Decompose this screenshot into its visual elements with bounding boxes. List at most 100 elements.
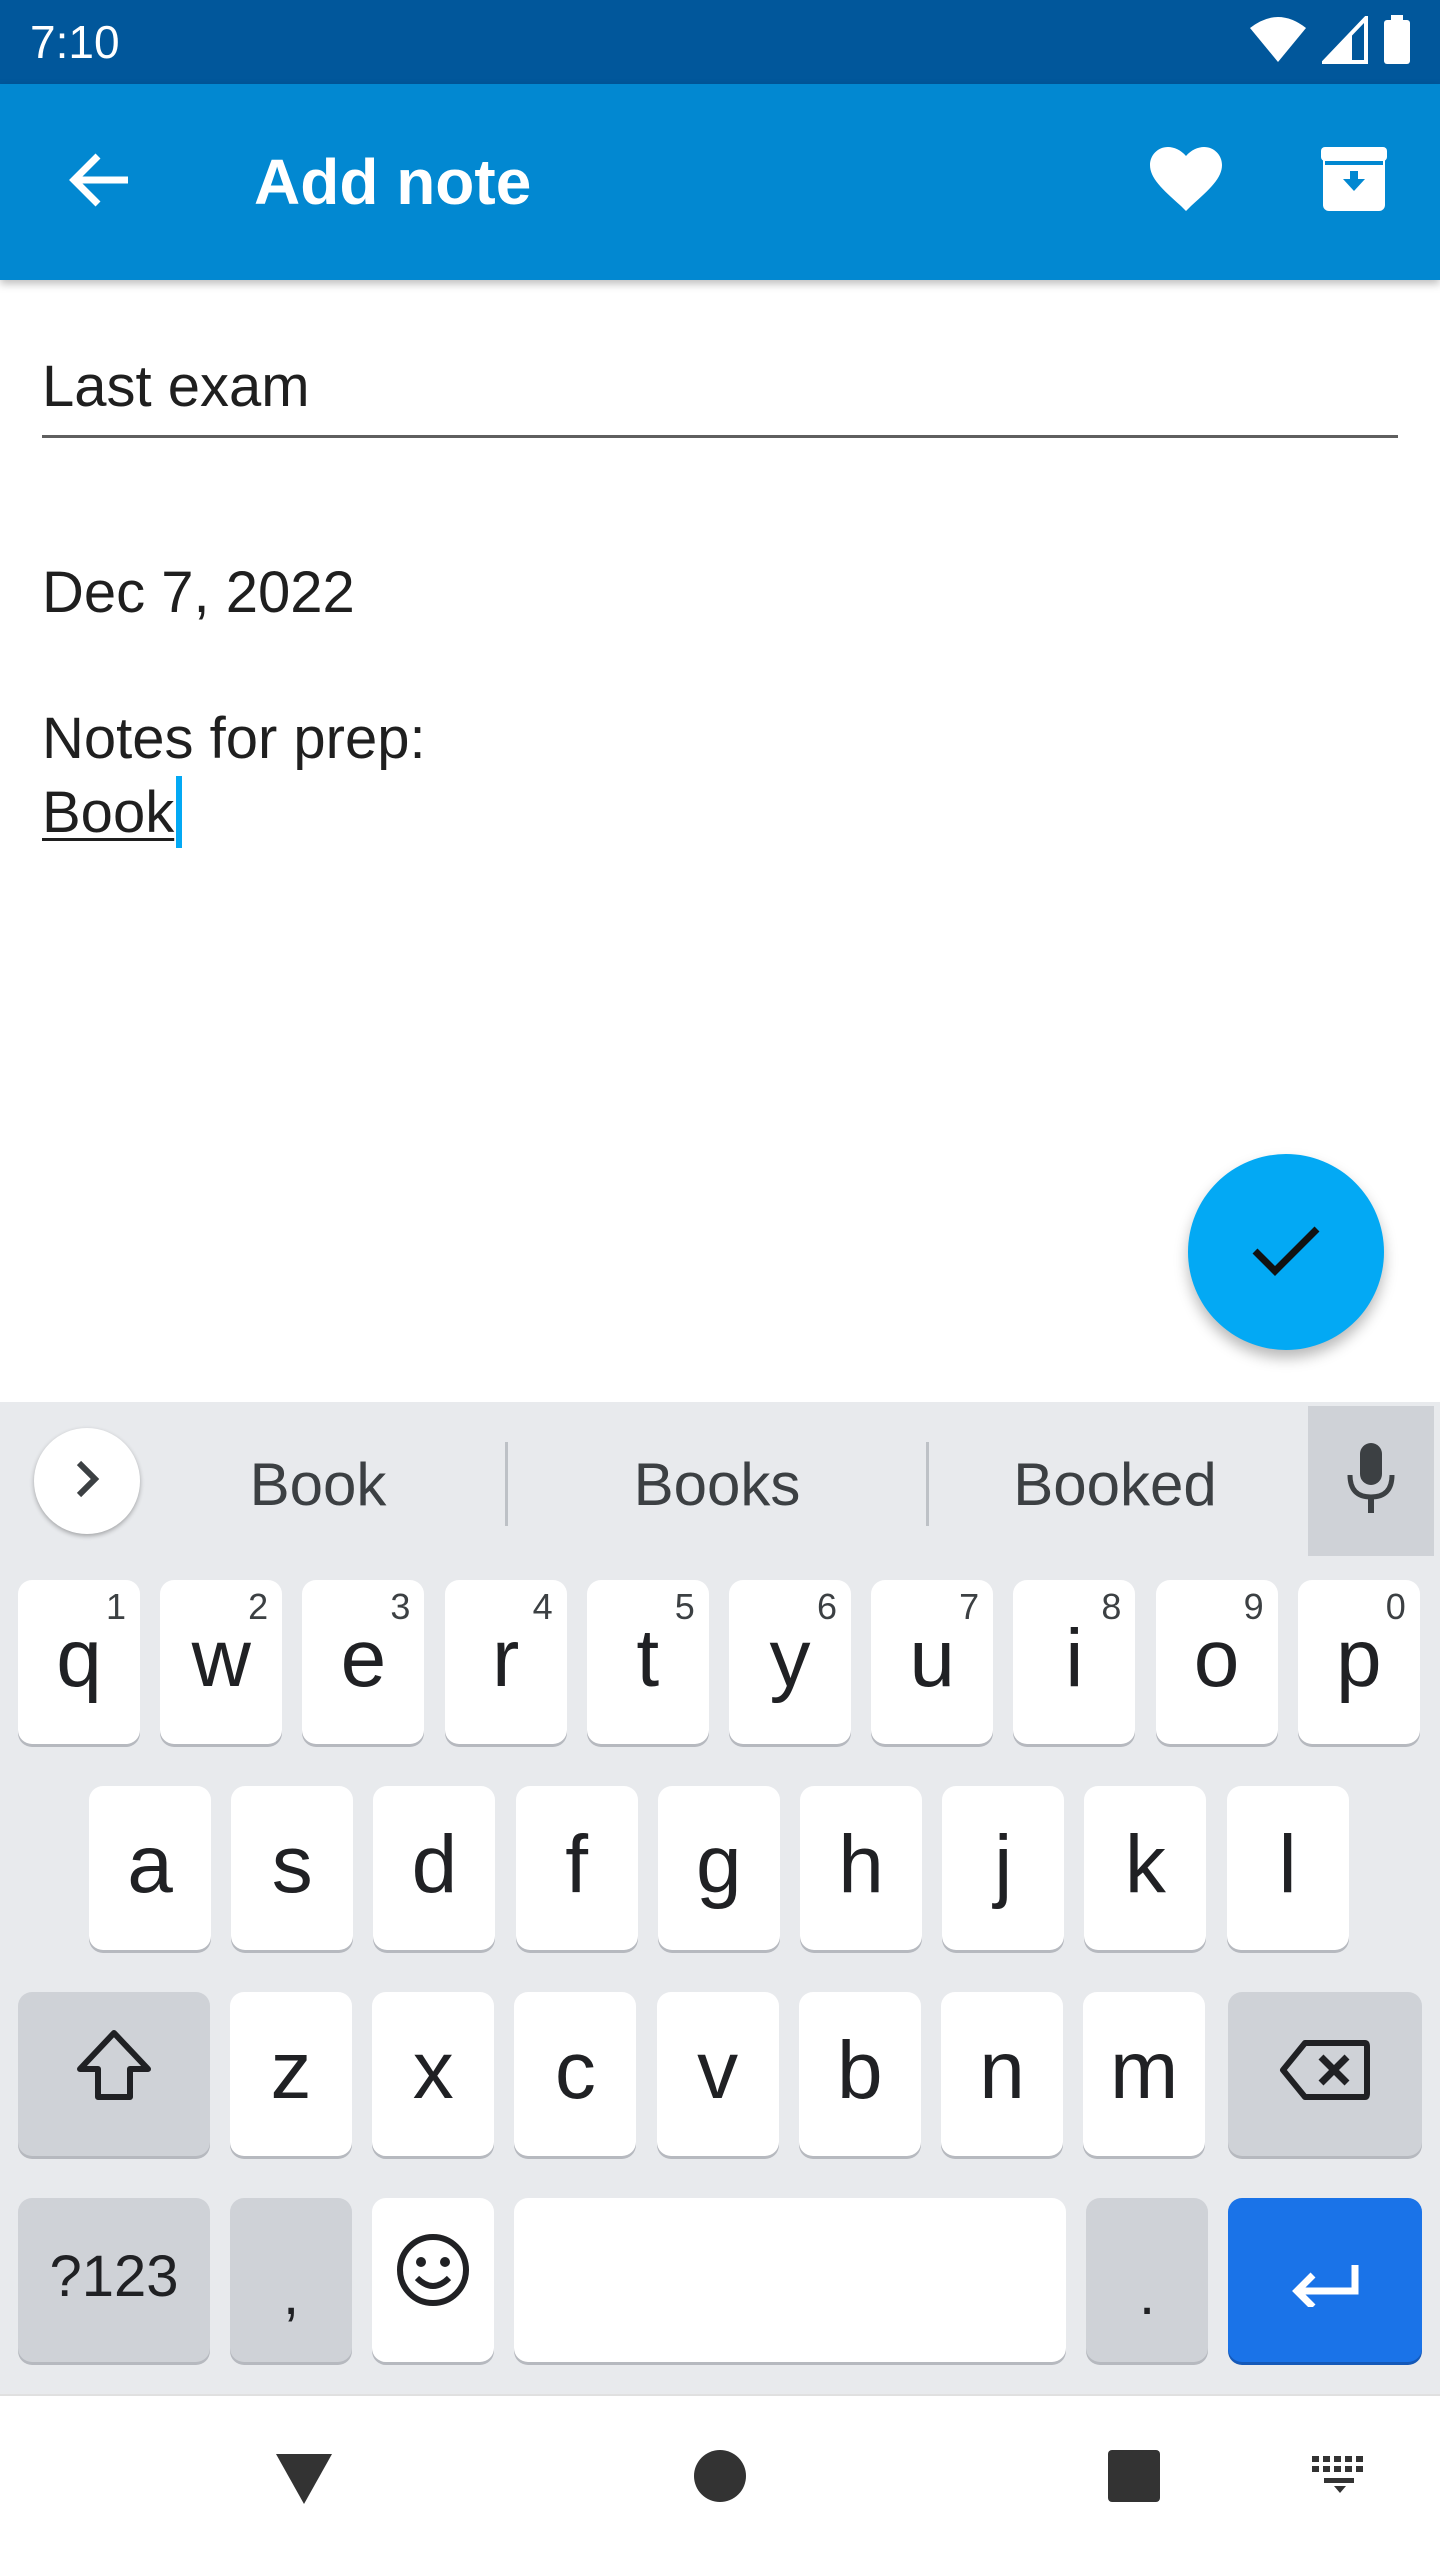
- voice-input-button[interactable]: [1308, 1406, 1434, 1556]
- symbols-key-label: ?123: [49, 2244, 179, 2309]
- backspace-key[interactable]: [1228, 1992, 1422, 2156]
- microphone-icon: [1344, 1442, 1398, 1520]
- symbols-key[interactable]: ?123: [18, 2198, 210, 2362]
- suggestion-3[interactable]: Booked: [990, 1442, 1240, 1528]
- status-icons: [1248, 12, 1412, 69]
- comma-key-label: ,: [282, 2262, 300, 2327]
- key-hint: 1: [105, 1586, 126, 1627]
- suggestion-divider: [505, 1442, 508, 1526]
- check-icon: [1251, 1223, 1321, 1282]
- key-label: d: [411, 1819, 458, 1910]
- backspace-icon: [1279, 2027, 1371, 2121]
- key-label: c: [554, 2025, 596, 2116]
- key-label: o: [1193, 1613, 1240, 1704]
- key-r[interactable]: 4r: [444, 1580, 567, 1744]
- period-key-label: .: [1138, 2262, 1156, 2327]
- suggestion-2[interactable]: Books: [606, 1442, 828, 1528]
- key-q[interactable]: 1q: [18, 1580, 140, 1744]
- key-label: j: [994, 1819, 1013, 1910]
- key-a[interactable]: a: [89, 1786, 211, 1950]
- key-v[interactable]: v: [656, 1992, 779, 2156]
- key-g[interactable]: g: [657, 1786, 780, 1950]
- favorite-button[interactable]: [1136, 132, 1236, 232]
- save-note-fab[interactable]: [1188, 1154, 1384, 1350]
- keyboard-switch-icon[interactable]: [1310, 2454, 1370, 2494]
- status-time: 7:10: [30, 16, 120, 68]
- key-hint: 8: [1101, 1586, 1122, 1627]
- suggestion-expand-button[interactable]: [34, 1428, 140, 1534]
- space-key[interactable]: [514, 2198, 1066, 2362]
- archive-icon: [1321, 146, 1387, 218]
- key-u[interactable]: 7u: [871, 1580, 994, 1744]
- suggestion-bar: Book Books Booked: [0, 1402, 1440, 1560]
- note-title-field[interactable]: Last exam: [42, 346, 1398, 438]
- app-bar: Add note: [0, 84, 1440, 280]
- shift-key[interactable]: [18, 1992, 210, 2156]
- nav-back-button[interactable]: [268, 2446, 340, 2518]
- key-x[interactable]: x: [372, 1992, 495, 2156]
- shift-icon: [74, 2027, 154, 2121]
- period-key[interactable]: .: [1086, 2198, 1208, 2362]
- status-bar: 7:10: [0, 0, 1440, 84]
- key-h[interactable]: h: [800, 1786, 922, 1950]
- suggestion-1[interactable]: Book: [206, 1442, 430, 1528]
- key-label: h: [838, 1819, 884, 1910]
- key-label: g: [695, 1819, 742, 1910]
- key-label: s: [271, 1819, 313, 1910]
- arrow-back-icon: [68, 152, 132, 213]
- key-y[interactable]: 6y: [729, 1580, 851, 1744]
- key-p[interactable]: 0p: [1297, 1580, 1420, 1744]
- text-caret: [176, 776, 183, 848]
- note-body-line-composing: Book: [42, 776, 1398, 850]
- comma-key[interactable]: ,: [230, 2198, 352, 2362]
- enter-icon: [1289, 2233, 1361, 2327]
- key-hint: 4: [532, 1586, 553, 1627]
- key-label: f: [565, 1819, 588, 1910]
- key-label: w: [191, 1613, 251, 1704]
- key-label: r: [491, 1613, 520, 1704]
- note-title-value: Last exam: [42, 354, 310, 419]
- key-label: b: [836, 2025, 883, 2116]
- key-label: e: [340, 1613, 387, 1704]
- key-label: y: [769, 1613, 811, 1704]
- nav-recents-icon[interactable]: [1108, 2450, 1160, 2502]
- key-hint: 5: [674, 1586, 695, 1627]
- nav-home-icon[interactable]: [694, 2450, 746, 2502]
- key-m[interactable]: m: [1083, 1992, 1206, 2156]
- emoji-key[interactable]: [372, 2198, 494, 2362]
- key-c[interactable]: c: [514, 1992, 637, 2156]
- key-label: x: [412, 2025, 454, 2116]
- suggestion-divider: [926, 1442, 929, 1526]
- key-s[interactable]: s: [231, 1786, 354, 1950]
- key-b[interactable]: b: [798, 1992, 921, 2156]
- key-o[interactable]: 9o: [1155, 1580, 1278, 1744]
- note-body-line: [42, 630, 1398, 702]
- key-label: p: [1335, 1613, 1382, 1704]
- key-label: l: [1278, 1819, 1297, 1910]
- key-label: i: [1065, 1613, 1084, 1704]
- key-f[interactable]: f: [515, 1786, 638, 1950]
- back-button[interactable]: [50, 132, 150, 232]
- key-j[interactable]: j: [942, 1786, 1065, 1950]
- key-label: m: [1110, 2025, 1179, 2116]
- key-l[interactable]: l: [1226, 1786, 1349, 1950]
- chevron-right-icon: [73, 1459, 101, 1504]
- key-hint: 0: [1385, 1586, 1406, 1627]
- key-d[interactable]: d: [373, 1786, 496, 1950]
- key-z[interactable]: z: [230, 1992, 352, 2156]
- archive-button[interactable]: [1304, 132, 1404, 232]
- cell-signal-icon: [1319, 12, 1368, 69]
- key-hint: 9: [1243, 1586, 1264, 1627]
- key-n[interactable]: n: [941, 1992, 1063, 2156]
- system-nav-bar: [0, 2394, 1440, 2560]
- note-body-field[interactable]: Dec 7, 2022 Notes for prep: Book: [42, 556, 1398, 850]
- enter-key[interactable]: [1228, 2198, 1422, 2362]
- key-label: n: [979, 2025, 1025, 2116]
- screen: 7:10 Add note Last exam Dec 7, 2022 Note…: [0, 0, 1440, 2560]
- key-t[interactable]: 5t: [586, 1580, 709, 1744]
- key-e[interactable]: 3e: [302, 1580, 425, 1744]
- key-w[interactable]: 2w: [160, 1580, 283, 1744]
- favorite-heart-icon: [1150, 146, 1222, 218]
- key-k[interactable]: k: [1084, 1786, 1207, 1950]
- key-i[interactable]: 8i: [1013, 1580, 1136, 1744]
